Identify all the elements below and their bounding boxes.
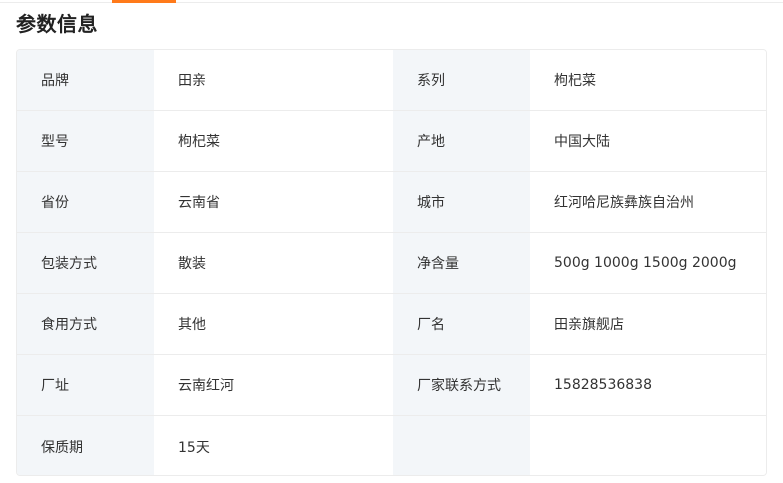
params-table: 品牌 田亲 系列 枸杞菜 型号 枸杞菜 产地 中国大陆 省份 云南省 城市 红河…	[16, 49, 767, 476]
section-title: 参数信息	[16, 12, 98, 36]
param-value-empty	[530, 416, 766, 475]
param-value: 田亲	[154, 50, 393, 111]
param-value: 红河哈尼族彝族自治州	[530, 172, 766, 233]
param-label: 系列	[393, 50, 530, 111]
param-label: 品牌	[17, 50, 154, 111]
active-tab-indicator	[112, 0, 176, 3]
param-label: 型号	[17, 111, 154, 172]
param-value: 500g 1000g 1500g 2000g	[530, 233, 766, 294]
param-label-empty	[393, 416, 530, 475]
param-label: 保质期	[17, 416, 154, 475]
param-value: 其他	[154, 294, 393, 355]
param-value: 枸杞菜	[154, 111, 393, 172]
param-value: 15828536838	[530, 355, 766, 416]
product-params-page: 参数信息 品牌 田亲 系列 枸杞菜 型号 枸杞菜 产地 中国大陆 省份 云南省 …	[0, 0, 783, 483]
param-value: 枸杞菜	[530, 50, 766, 111]
param-value: 中国大陆	[530, 111, 766, 172]
param-value: 散装	[154, 233, 393, 294]
param-label: 产地	[393, 111, 530, 172]
param-value: 云南红河	[154, 355, 393, 416]
param-label: 厂名	[393, 294, 530, 355]
param-label: 厂家联系方式	[393, 355, 530, 416]
param-label: 省份	[17, 172, 154, 233]
param-label: 城市	[393, 172, 530, 233]
param-value: 云南省	[154, 172, 393, 233]
param-value: 15天	[154, 416, 393, 475]
param-label: 厂址	[17, 355, 154, 416]
param-value: 田亲旗舰店	[530, 294, 766, 355]
param-label: 食用方式	[17, 294, 154, 355]
param-label: 净含量	[393, 233, 530, 294]
param-label: 包装方式	[17, 233, 154, 294]
